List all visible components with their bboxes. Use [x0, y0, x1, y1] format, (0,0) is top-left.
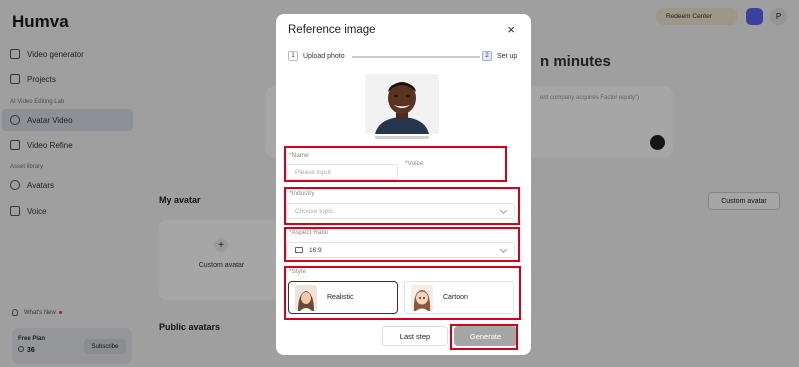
highlight-style — [284, 266, 521, 320]
highlight-industry — [284, 187, 520, 225]
reference-photo — [365, 74, 439, 134]
step-upload-photo: 1 Upload photo — [288, 51, 345, 61]
close-icon[interactable]: × — [507, 22, 515, 37]
step-progress-line — [352, 56, 480, 58]
highlight-name-voice — [284, 146, 507, 182]
highlight-generate — [450, 324, 518, 350]
highlight-aspect-ratio — [284, 227, 520, 262]
photo-caption-bar — [375, 136, 429, 139]
reference-image-modal: Reference image × 1 Upload photo 2 Set up … — [276, 14, 531, 355]
modal-title: Reference image — [288, 24, 376, 36]
last-step-button[interactable]: Last step — [382, 326, 448, 346]
step-set-up: 2 Set up — [482, 51, 517, 61]
